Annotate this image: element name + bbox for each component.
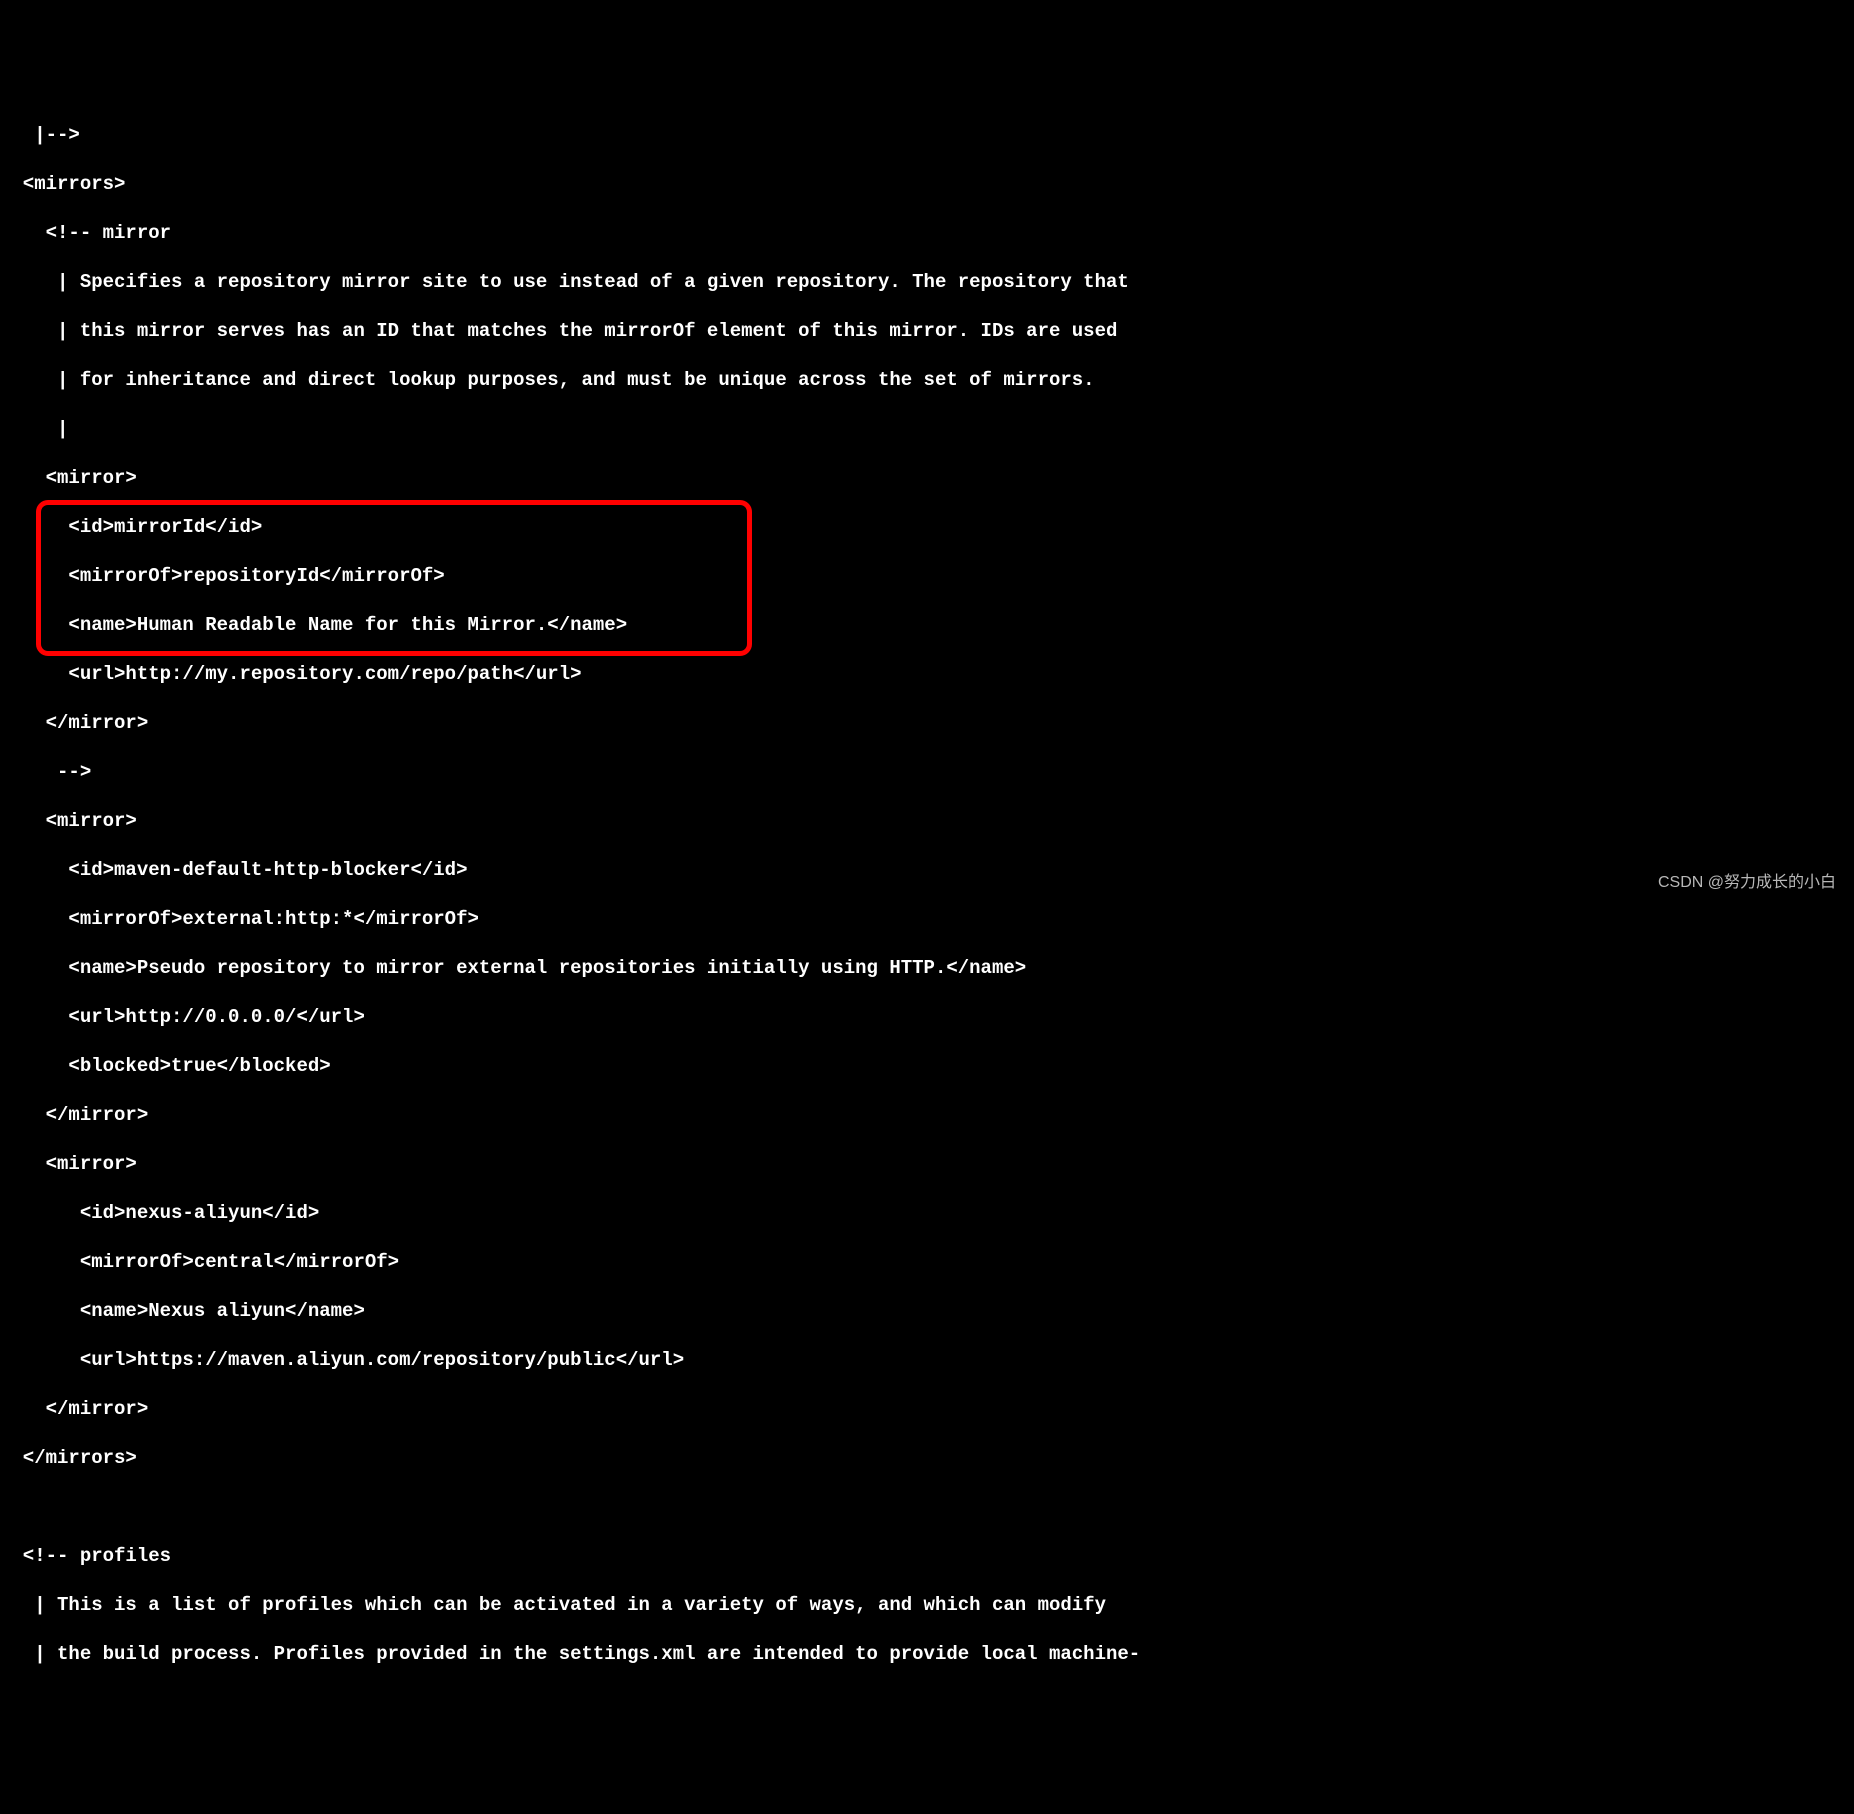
code-line: <mirrors> — [0, 172, 1854, 197]
code-line: <name>Nexus aliyun</name> — [0, 1299, 1854, 1324]
code-line: <!-- mirror — [0, 221, 1854, 246]
code-line: <mirrorOf>central</mirrorOf> — [0, 1250, 1854, 1275]
code-line: <name>Pseudo repository to mirror extern… — [0, 956, 1854, 981]
code-line: <url>https://maven.aliyun.com/repository… — [0, 1348, 1854, 1373]
code-line: <!-- profiles — [0, 1544, 1854, 1569]
code-line: <id>maven-default-http-blocker</id> — [0, 858, 1854, 883]
code-line: | This is a list of profiles which can b… — [0, 1593, 1854, 1618]
code-line: | the build process. Profiles provided i… — [0, 1642, 1854, 1667]
code-line: <url>http://0.0.0.0/</url> — [0, 1005, 1854, 1030]
watermark-text: CSDN @努力成长的小白 — [1658, 871, 1836, 896]
code-line: <mirrorOf>external:http:*</mirrorOf> — [0, 907, 1854, 932]
code-line: <id>mirrorId</id> — [0, 515, 1854, 540]
code-line: | Specifies a repository mirror site to … — [0, 270, 1854, 295]
code-line: <mirror> — [0, 1152, 1854, 1177]
code-line: <mirrorOf>repositoryId</mirrorOf> — [0, 564, 1854, 589]
code-line: </mirror> — [0, 711, 1854, 736]
code-line: <blocked>true</blocked> — [0, 1054, 1854, 1079]
code-line: <url>http://my.repository.com/repo/path<… — [0, 662, 1854, 687]
code-line: </mirror> — [0, 1397, 1854, 1422]
code-line: <mirror> — [0, 809, 1854, 834]
code-line: | for inheritance and direct lookup purp… — [0, 368, 1854, 393]
code-line: <id>nexus-aliyun</id> — [0, 1201, 1854, 1226]
code-block: |--> <mirrors> <!-- mirror | Specifies a… — [0, 98, 1854, 1691]
code-line: --> — [0, 760, 1854, 785]
code-line: <mirror> — [0, 466, 1854, 491]
code-line: </mirrors> — [0, 1446, 1854, 1471]
code-line: | — [0, 417, 1854, 442]
code-line: | this mirror serves has an ID that matc… — [0, 319, 1854, 344]
code-line — [0, 1495, 1854, 1520]
code-line: </mirror> — [0, 1103, 1854, 1128]
code-line: |--> — [0, 123, 1854, 148]
code-line: <name>Human Readable Name for this Mirro… — [0, 613, 1854, 638]
